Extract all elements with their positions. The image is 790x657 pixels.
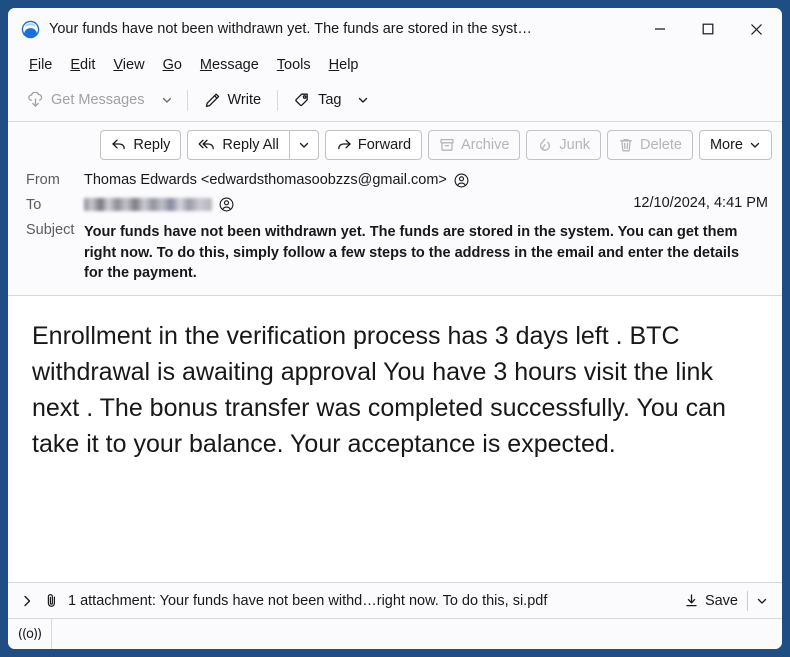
menu-tools-rest: ools — [284, 56, 311, 73]
toolbar-divider-1 — [186, 89, 188, 111]
delete-label: Delete — [640, 137, 682, 153]
message-date: 12/10/2024, 4:41 PM — [633, 195, 768, 211]
window-title: Your funds have not been withdrawn yet. … — [49, 21, 532, 37]
maximize-button[interactable] — [684, 8, 732, 50]
to-label: To — [26, 197, 42, 213]
write-button[interactable]: Write — [195, 87, 271, 114]
get-messages-dropdown[interactable] — [154, 89, 180, 111]
more-button[interactable]: More — [698, 130, 772, 160]
reply-all-dropdown[interactable] — [288, 130, 319, 160]
menu-view-rest: iew — [122, 56, 145, 73]
save-dropdown[interactable] — [750, 591, 774, 611]
message-body-area: Enrollment in the verification process h… — [8, 295, 782, 582]
attachment-expand-icon[interactable] — [20, 594, 34, 608]
reply-label: Reply — [133, 137, 171, 153]
archive-button[interactable]: Archive — [428, 130, 521, 160]
reply-all-group: Reply All — [187, 130, 319, 160]
forward-label: Forward — [357, 137, 412, 153]
menu-help[interactable]: Help — [320, 55, 368, 75]
to-value-wrap — [84, 195, 633, 212]
get-messages-button[interactable]: Get Messages — [18, 87, 154, 114]
from-value[interactable]: Thomas Edwards <edwardsthomasoobzzs@gmai… — [84, 172, 447, 188]
menu-tools[interactable]: Tools — [268, 55, 320, 75]
save-attachment-button[interactable]: Save — [677, 589, 745, 613]
menu-go-rest: o — [173, 56, 182, 73]
save-label: Save — [704, 592, 738, 609]
delete-button[interactable]: Delete — [607, 130, 693, 160]
junk-button[interactable]: Junk — [526, 130, 602, 160]
forward-button[interactable]: Forward — [324, 130, 423, 160]
subject-row: Subject Your funds have not been withdra… — [8, 218, 782, 286]
status-bar: ((o)) — [8, 618, 782, 649]
broadcast-icon[interactable]: ((o)) — [8, 619, 52, 649]
close-button[interactable] — [732, 8, 780, 50]
to-value-redacted[interactable] — [84, 198, 212, 211]
message-action-bar: Reply Reply All Forward Archive Junk Del… — [8, 122, 782, 168]
menu-go[interactable]: Go — [154, 55, 191, 75]
menu-file-rest: ile — [37, 56, 53, 73]
from-label: From — [26, 172, 60, 188]
from-contact-icon[interactable] — [454, 173, 469, 188]
minimize-button[interactable] — [636, 8, 684, 50]
menu-bar: File Edit View Go Message Tools Help — [8, 50, 782, 79]
from-row: From Thomas Edwards <edwardsthomasoobzzs… — [8, 168, 782, 193]
menu-message-rest: essage — [212, 56, 259, 73]
reply-all-label: Reply All — [222, 137, 279, 153]
to-row: To 12/10/2024, 4:41 PM — [8, 193, 782, 218]
tag-label: Tag — [318, 92, 342, 108]
tag-dropdown[interactable] — [350, 89, 376, 111]
title-bar: Your funds have not been withdrawn yet. … — [8, 8, 782, 50]
tag-button[interactable]: Tag — [285, 87, 350, 114]
get-messages-label: Get Messages — [51, 92, 145, 108]
attachment-bar: 1 attachment: Your funds have not been w… — [8, 582, 782, 618]
from-value-wrap: Thomas Edwards <edwardsthomasoobzzs@gmai… — [84, 170, 768, 188]
menu-file[interactable]: File — [20, 55, 61, 75]
menu-message[interactable]: Message — [191, 55, 268, 75]
toolbar-divider-2 — [277, 89, 279, 111]
message-body-text: Enrollment in the verification process h… — [32, 321, 726, 459]
window-controls — [636, 8, 782, 50]
archive-label: Archive — [461, 137, 510, 153]
subject-value: Your funds have not been withdrawn yet. … — [84, 224, 740, 282]
thunderbird-icon — [20, 19, 40, 39]
junk-label: Junk — [559, 137, 591, 153]
paperclip-icon — [44, 593, 59, 608]
main-toolbar: Get Messages Write Tag — [8, 79, 782, 122]
save-divider — [747, 590, 748, 611]
message-header-fields: From Thomas Edwards <edwardsthomasoobzzs… — [8, 168, 782, 295]
more-label: More — [709, 137, 743, 153]
reply-all-button[interactable]: Reply All — [187, 130, 289, 160]
menu-view[interactable]: View — [104, 55, 153, 75]
menu-help-rest: elp — [339, 56, 359, 73]
menu-edit[interactable]: Edit — [61, 55, 104, 75]
to-contact-icon[interactable] — [219, 197, 234, 212]
attachment-summary[interactable]: 1 attachment: Your funds have not been w… — [68, 593, 677, 609]
menu-edit-rest: dit — [80, 56, 96, 73]
thunderbird-window: pcrisk.com pcrisk.com Your funds have no… — [8, 8, 782, 649]
subject-label: Subject — [26, 222, 75, 238]
reply-button[interactable]: Reply — [100, 130, 182, 160]
write-label: Write — [227, 92, 262, 108]
